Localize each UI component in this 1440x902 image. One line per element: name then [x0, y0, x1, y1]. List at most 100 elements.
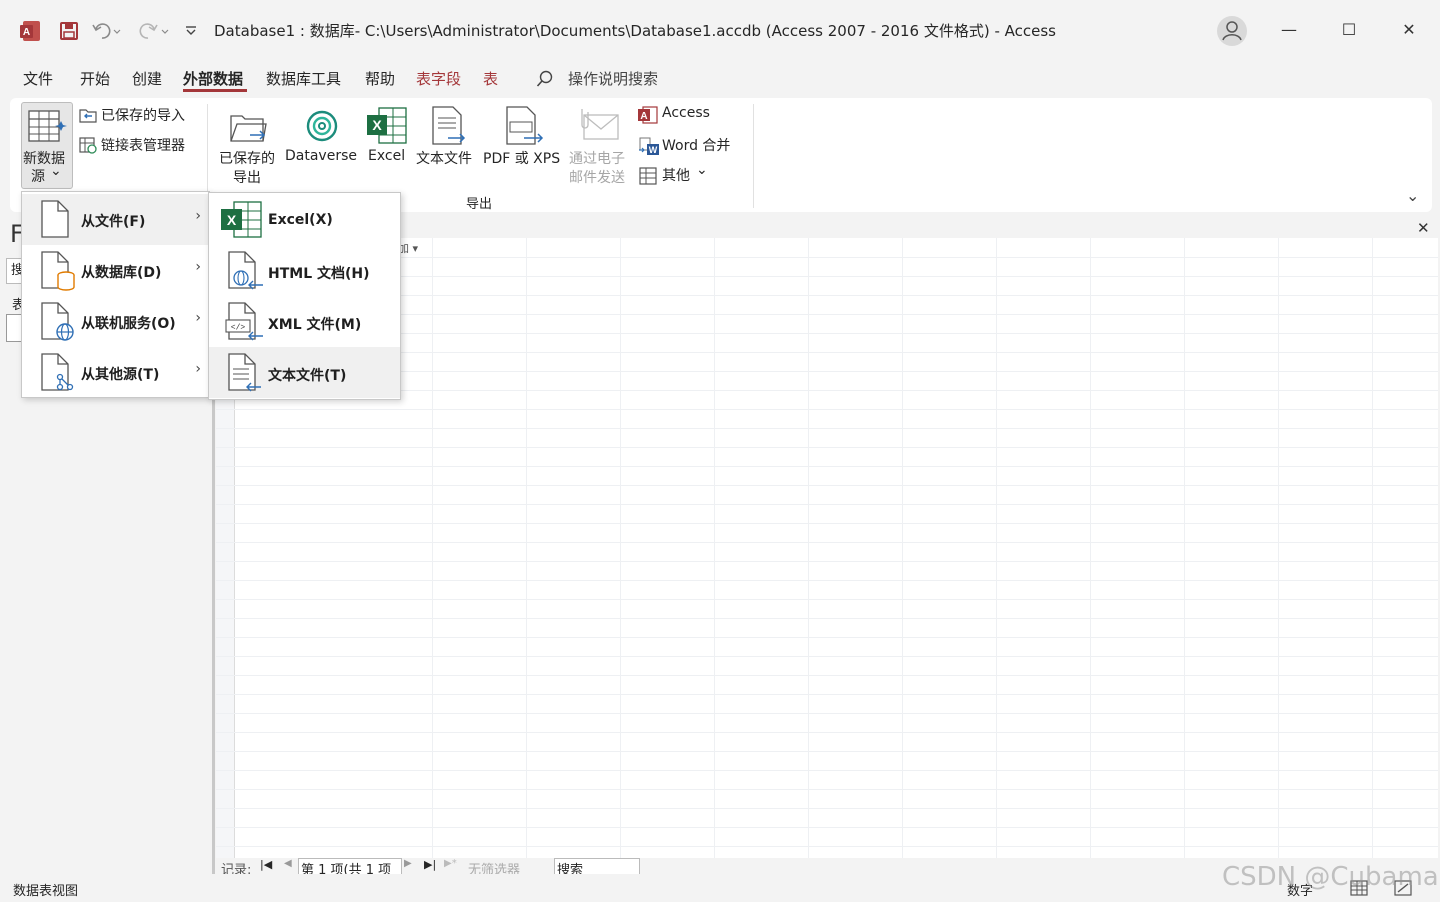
tell-me-search[interactable]: 操作说明搜索 — [568, 68, 658, 89]
html-document-icon — [228, 251, 263, 290]
grid-row-line — [216, 770, 1438, 771]
record-nav-label: 记录: — [221, 863, 252, 874]
linked-table-manager-icon — [79, 137, 97, 154]
dataverse-label: Dataverse — [285, 148, 357, 164]
undo-icon[interactable] — [92, 21, 122, 41]
chevron-right-icon: › — [195, 361, 201, 377]
active-tab-indicator — [183, 89, 247, 92]
grid-row-line — [216, 409, 1438, 410]
online-service-icon — [41, 302, 74, 341]
grid-column-line — [1372, 238, 1373, 858]
access-label: Access — [662, 105, 710, 121]
grid-row-line — [216, 447, 1438, 448]
tab-database-tools[interactable]: 数据库工具 — [266, 68, 341, 89]
grid-row-line — [216, 561, 1438, 562]
from-online-service-label: 从联机服务(O) — [81, 316, 176, 332]
account-avatar-icon[interactable] — [1216, 15, 1248, 47]
menu-item-html-document[interactable]: HTML 文档(H) — [209, 245, 400, 296]
grid-column-line — [902, 238, 903, 858]
next-record-button[interactable]: ▶ — [404, 858, 412, 869]
grid-column-line — [432, 238, 433, 858]
collapse-ribbon-icon[interactable]: ⌄ — [1406, 186, 1419, 205]
email-attachment-icon — [581, 109, 619, 140]
tab-home[interactable]: 开始 — [80, 68, 110, 89]
grid-row-line — [216, 789, 1438, 790]
new-record-button[interactable]: ▶* — [444, 858, 457, 869]
grid-row-line — [216, 542, 1438, 543]
file-icon — [41, 200, 69, 238]
pdf-xps-icon — [506, 106, 544, 145]
export-text-file-button[interactable]: 文本文件 — [414, 104, 478, 168]
text-file-menu-label: 文本文件(T) — [268, 368, 347, 384]
svg-text:A: A — [640, 111, 647, 122]
grid-column-line — [808, 238, 809, 858]
saved-exports-button[interactable]: 已保存的 导出 — [216, 104, 280, 188]
view-status: 数据表视图 — [13, 884, 79, 899]
tab-table[interactable]: 表 — [483, 68, 498, 89]
save-icon[interactable] — [59, 21, 79, 41]
grid-column-line — [1184, 238, 1185, 858]
menu-item-from-file[interactable]: 从文件(F) › — [22, 194, 209, 245]
minimize-button[interactable]: — — [1269, 14, 1309, 46]
export-excel-button[interactable]: X Excel — [364, 104, 410, 168]
previous-record-button[interactable]: ◀ — [284, 858, 292, 869]
tab-create[interactable]: 创建 — [132, 68, 162, 89]
linked-table-manager-button[interactable]: 链接表管理器 — [78, 134, 198, 156]
saved-imports-button[interactable]: 已保存的导入 — [78, 104, 198, 126]
svg-text:X: X — [227, 212, 237, 228]
linked-table-manager-label: 链接表管理器 — [101, 138, 185, 154]
filter-status[interactable]: 无筛选器 — [468, 859, 520, 874]
new-data-source-menu: 从文件(F) › 从数据库(D) › 从联机服务(O) › 从其他源(T) › — [21, 191, 210, 398]
word-merge-button[interactable]: W Word 合并 — [638, 134, 748, 156]
database-file-icon — [41, 251, 75, 291]
menu-item-xml-file[interactable]: </> XML 文件(M) — [209, 296, 400, 347]
first-record-button[interactable]: |◀ — [260, 858, 272, 871]
menu-item-excel[interactable]: X Excel(X) — [209, 194, 400, 245]
export-dataverse-button[interactable]: Dataverse — [284, 104, 358, 168]
grid-row-line — [216, 485, 1438, 486]
tab-external-data[interactable]: 外部数据 — [183, 68, 243, 89]
title-bar: A Database1 : 数据库- C:\Users\Administrato… — [0, 0, 1440, 60]
current-record-field[interactable]: 第 1 项(共 1 项 — [298, 858, 402, 874]
menu-item-from-online-service[interactable]: 从联机服务(O) › — [22, 296, 209, 347]
export-email-button[interactable]: 通过电子 邮件发送 — [568, 104, 632, 188]
tab-file[interactable]: 文件 — [23, 68, 53, 89]
grid-row-line — [216, 656, 1438, 657]
export-access-button[interactable]: A Access — [638, 104, 748, 126]
grid-column-line — [526, 238, 527, 858]
email-label-2: 邮件发送 — [569, 170, 625, 186]
excel-icon: X — [221, 201, 262, 238]
word-merge-label: Word 合并 — [662, 138, 731, 154]
access-logo-icon[interactable]: A — [19, 20, 41, 42]
text-file-icon — [228, 353, 261, 392]
export-other-button[interactable]: 其他 ⌄ — [638, 162, 718, 186]
menu-item-from-other-source[interactable]: 从其他源(T) › — [22, 347, 209, 398]
new-data-source-icon — [28, 110, 67, 142]
new-data-source-button[interactable]: 新数据 源 ⌄ — [21, 102, 73, 189]
other-label: 其他 — [662, 168, 690, 184]
svg-text:A: A — [23, 27, 30, 38]
tab-table-fields[interactable]: 表字段 — [416, 68, 461, 89]
close-button[interactable]: ✕ — [1389, 14, 1429, 46]
tab-help[interactable]: 帮助 — [365, 68, 395, 89]
grid-column-line — [996, 238, 997, 858]
email-label-1: 通过电子 — [569, 151, 625, 167]
last-record-button[interactable]: ▶| — [424, 858, 436, 871]
search-icon[interactable] — [536, 70, 554, 88]
from-database-label: 从数据库(D) — [81, 265, 162, 281]
grid-column-line — [714, 238, 715, 858]
menu-item-from-database[interactable]: 从数据库(D) › — [22, 245, 209, 296]
status-bar: 数据表视图 数字 CSDN @Cubaman — [0, 862, 1440, 902]
grid-row-line — [216, 694, 1438, 695]
customize-qat-icon[interactable] — [184, 24, 198, 38]
export-pdf-xps-button[interactable]: PDF 或 XPS — [482, 104, 564, 168]
redo-icon[interactable] — [138, 21, 170, 41]
record-search-input[interactable]: 搜索 — [554, 858, 640, 874]
menu-item-text-file[interactable]: 文本文件(T) — [209, 347, 400, 398]
close-document-icon[interactable]: ✕ — [1417, 219, 1430, 237]
svg-text:</>: </> — [231, 324, 246, 333]
chevron-right-icon: › — [195, 208, 201, 224]
chevron-right-icon: › — [195, 259, 201, 275]
xml-file-icon: </> — [225, 302, 263, 341]
maximize-button[interactable]: ☐ — [1329, 14, 1369, 46]
